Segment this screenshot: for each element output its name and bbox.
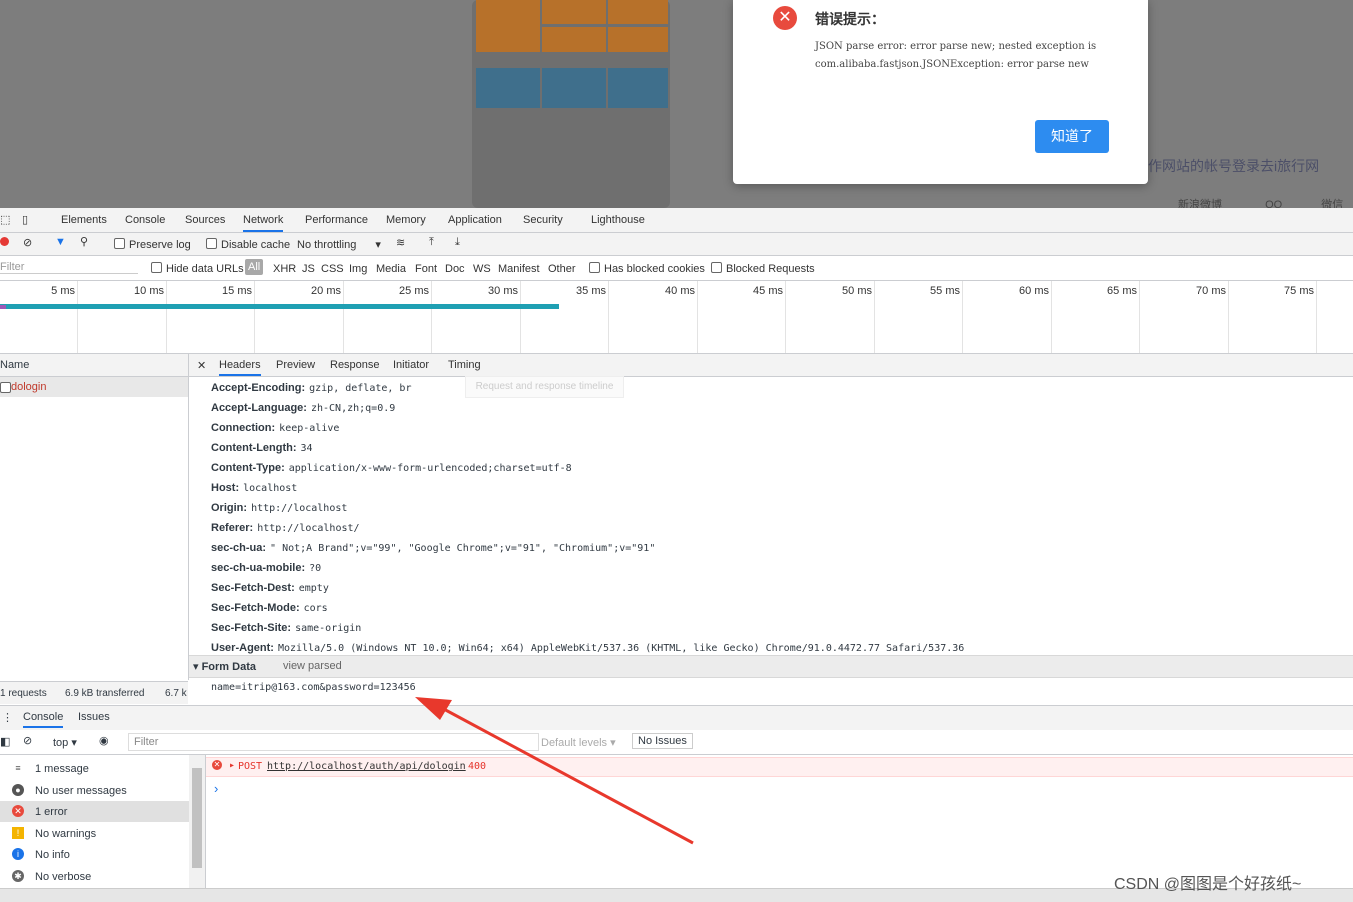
watermark: CSDN @图图是个好孩纸~ xyxy=(1114,876,1302,893)
annotation-arrow xyxy=(415,697,694,845)
